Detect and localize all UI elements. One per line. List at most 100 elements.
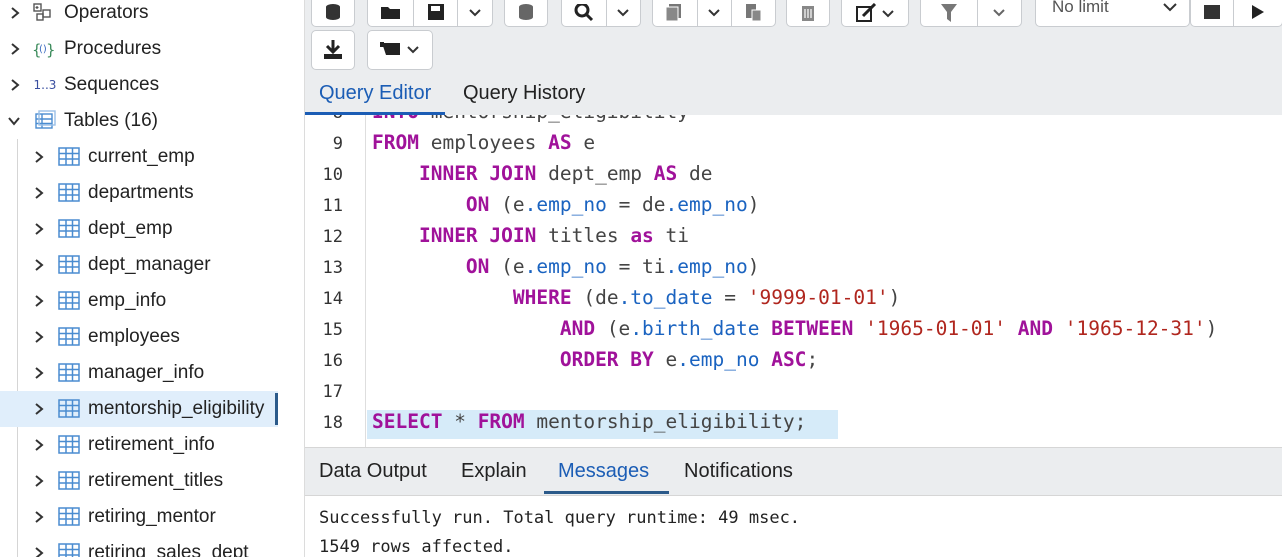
chevron-right-icon[interactable] <box>32 402 46 416</box>
table-icon <box>58 470 80 492</box>
tree-item-table[interactable]: current_emp <box>0 139 278 175</box>
toolbar-file-group <box>367 0 493 27</box>
svg-text:(): () <box>39 44 47 55</box>
database-icon[interactable] <box>312 0 354 26</box>
line-number: 9 <box>332 134 343 154</box>
tree-item-table[interactable]: manager_info <box>0 355 278 391</box>
code-line: AND (e.birth_date BETWEEN '1965-01-01' A… <box>559 317 1218 340</box>
tree-item-label: emp_info <box>88 290 167 311</box>
toolbar-db-group <box>504 0 548 27</box>
tab-notifications[interactable]: Notifications <box>684 460 793 483</box>
tree-item-label: retirement_titles <box>88 470 224 491</box>
tree-item-table[interactable]: retirement_info <box>0 427 278 463</box>
line-number-gutter: 8 9 10 11 12 13 14 15 16 17 18 <box>305 115 366 447</box>
toolbar-search-group <box>561 0 641 27</box>
tree-item-procedures[interactable]: {}() Procedures <box>0 31 278 67</box>
code-line: INNER JOIN dept_emp AS de <box>418 162 713 185</box>
chevron-right-icon[interactable] <box>32 474 46 488</box>
tree-item-table[interactable]: dept_emp <box>0 211 278 247</box>
line-number: 12 <box>322 227 343 247</box>
chevron-right-icon[interactable] <box>32 438 46 452</box>
chevron-down-icon[interactable] <box>607 0 640 26</box>
tab-messages[interactable]: Messages <box>558 460 649 483</box>
chevron-down-icon[interactable] <box>458 0 492 26</box>
tree-item-operators[interactable]: Operators <box>0 0 278 31</box>
code-line: SELECT * FROM mentorship_eligibility; <box>372 410 807 433</box>
chevron-right-icon[interactable] <box>32 186 46 200</box>
code-line: FROM employees AS e <box>372 131 596 154</box>
open-folder-icon[interactable] <box>368 0 414 26</box>
table-icon <box>58 218 80 240</box>
chevron-down-icon[interactable] <box>7 114 21 128</box>
execute-icon[interactable] <box>1234 0 1282 26</box>
table-icon <box>58 434 80 456</box>
code-line: WHERE (de.to_date = '9999-01-01') <box>512 286 901 309</box>
tree-item-sequences[interactable]: 1..3 Sequences <box>0 67 278 103</box>
chevron-right-icon[interactable] <box>32 330 46 344</box>
download-icon[interactable] <box>312 31 354 69</box>
tab-explain[interactable]: Explain <box>461 460 527 483</box>
chevron-right-icon[interactable] <box>8 6 22 20</box>
table-icon <box>58 398 80 420</box>
table-icon <box>58 182 80 204</box>
query-tool-panel: No limit Query Editor Query History 8 9 10… <box>304 0 1282 557</box>
chevron-down-icon[interactable] <box>978 0 1021 26</box>
tree-item-table[interactable]: emp_info <box>0 283 278 319</box>
tab-query-editor[interactable]: Query Editor <box>319 82 431 105</box>
chevron-right-icon[interactable] <box>32 510 46 524</box>
tree-item-label: retirement_info <box>88 434 215 455</box>
tree-item-label: employees <box>88 326 180 347</box>
tree-item-table[interactable]: employees <box>0 319 278 355</box>
table-icon <box>58 542 80 557</box>
macros-icon[interactable] <box>368 31 432 69</box>
chevron-right-icon[interactable] <box>8 42 22 56</box>
tree-item-label: retiring_mentor <box>88 506 216 527</box>
search-icon[interactable] <box>562 0 607 26</box>
tree-item-label: Tables (16) <box>64 110 158 131</box>
tree-item-table[interactable]: retiring_sales_dept <box>0 535 278 557</box>
sql-editor[interactable]: 8 9 10 11 12 13 14 15 16 17 18 INTO mentorship_eli… <box>305 115 1282 447</box>
tree-item-table[interactable]: retirement_titles <box>0 463 278 499</box>
chevron-right-icon[interactable] <box>32 258 46 272</box>
row-limit-select[interactable]: No limit <box>1035 0 1190 27</box>
toolbar-macros-group <box>367 30 433 70</box>
tree-item-table[interactable]: retiring_mentor <box>0 499 278 535</box>
chevron-right-icon[interactable] <box>32 546 46 557</box>
tree-item-label: dept_emp <box>88 218 173 239</box>
tree-item-label: mentorship_eligibility <box>88 398 265 419</box>
paste-icon[interactable] <box>732 0 775 26</box>
tree-item-table[interactable]: dept_manager <box>0 247 278 283</box>
line-number: 14 <box>322 289 343 309</box>
toolbar-copy-group <box>652 0 776 27</box>
table-icon <box>58 290 80 312</box>
chevron-right-icon[interactable] <box>32 150 46 164</box>
chevron-right-icon[interactable] <box>32 366 46 380</box>
line-number: 11 <box>322 196 343 216</box>
tab-data-output[interactable]: Data Output <box>319 460 427 483</box>
tree-item-tables[interactable]: Tables (16) <box>0 103 278 139</box>
database-lock-icon[interactable] <box>505 0 547 26</box>
delete-icon[interactable] <box>787 0 829 26</box>
save-icon[interactable] <box>414 0 458 26</box>
tab-query-history[interactable]: Query History <box>463 82 585 105</box>
chevron-down-icon[interactable] <box>698 0 732 26</box>
table-icon <box>58 146 80 168</box>
chevron-right-icon[interactable] <box>32 294 46 308</box>
stop-icon[interactable] <box>1191 0 1235 26</box>
chevron-right-icon[interactable] <box>32 222 46 236</box>
svg-text:}: } <box>46 41 54 59</box>
chevron-right-icon[interactable] <box>8 78 22 92</box>
edit-icon[interactable] <box>842 0 908 26</box>
line-number: 15 <box>322 320 343 340</box>
toolbar-filter-group <box>920 0 1022 27</box>
tree-item-label: Procedures <box>64 38 162 59</box>
active-tab-indicator <box>544 491 669 494</box>
line-number: 18 <box>322 413 343 433</box>
filter-icon[interactable] <box>921 0 978 26</box>
tree-item-table[interactable]: departments <box>0 175 278 211</box>
copy-icon[interactable] <box>653 0 699 26</box>
toolbar-delete-group <box>786 0 830 27</box>
message-line: 1549 rows affected. <box>319 537 514 557</box>
toolbar-download-group <box>311 30 355 70</box>
tree-item-table[interactable]: mentorship_eligibility <box>0 391 278 427</box>
